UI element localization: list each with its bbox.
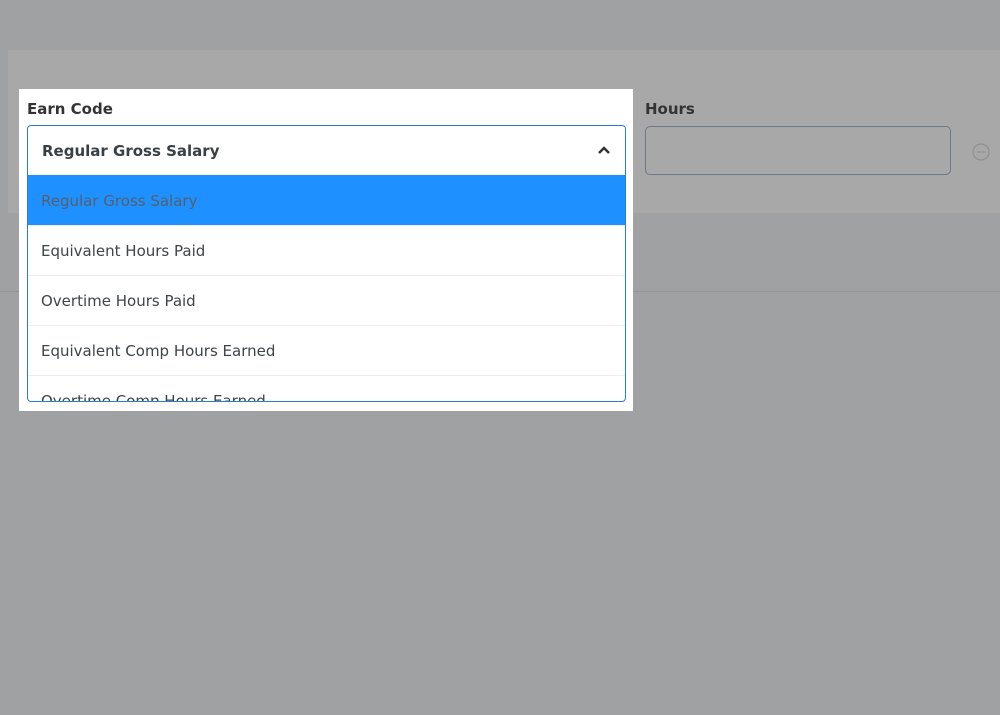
option-overtime-hours-paid[interactable]: Overtime Hours Paid — [28, 275, 625, 325]
earn-code-select[interactable]: Regular Gross Salary Regular Gross Salar… — [27, 125, 626, 402]
hours-label: Hours — [645, 100, 695, 118]
minus-circle-icon[interactable] — [972, 143, 990, 161]
option-regular-gross-salary[interactable]: Regular Gross Salary — [28, 175, 625, 225]
earn-code-selected[interactable]: Regular Gross Salary — [28, 126, 625, 175]
earn-code-label: Earn Code — [27, 100, 113, 118]
chevron-up-icon[interactable] — [597, 143, 611, 157]
option-overtime-comp-hours-earned[interactable]: Overtime Comp Hours Earned — [28, 375, 625, 401]
selected-value: Regular Gross Salary — [42, 141, 220, 160]
hours-input[interactable] — [645, 126, 951, 175]
option-equivalent-comp-hours-earned[interactable]: Equivalent Comp Hours Earned — [28, 325, 625, 375]
option-equivalent-hours-paid[interactable]: Equivalent Hours Paid — [28, 225, 625, 275]
